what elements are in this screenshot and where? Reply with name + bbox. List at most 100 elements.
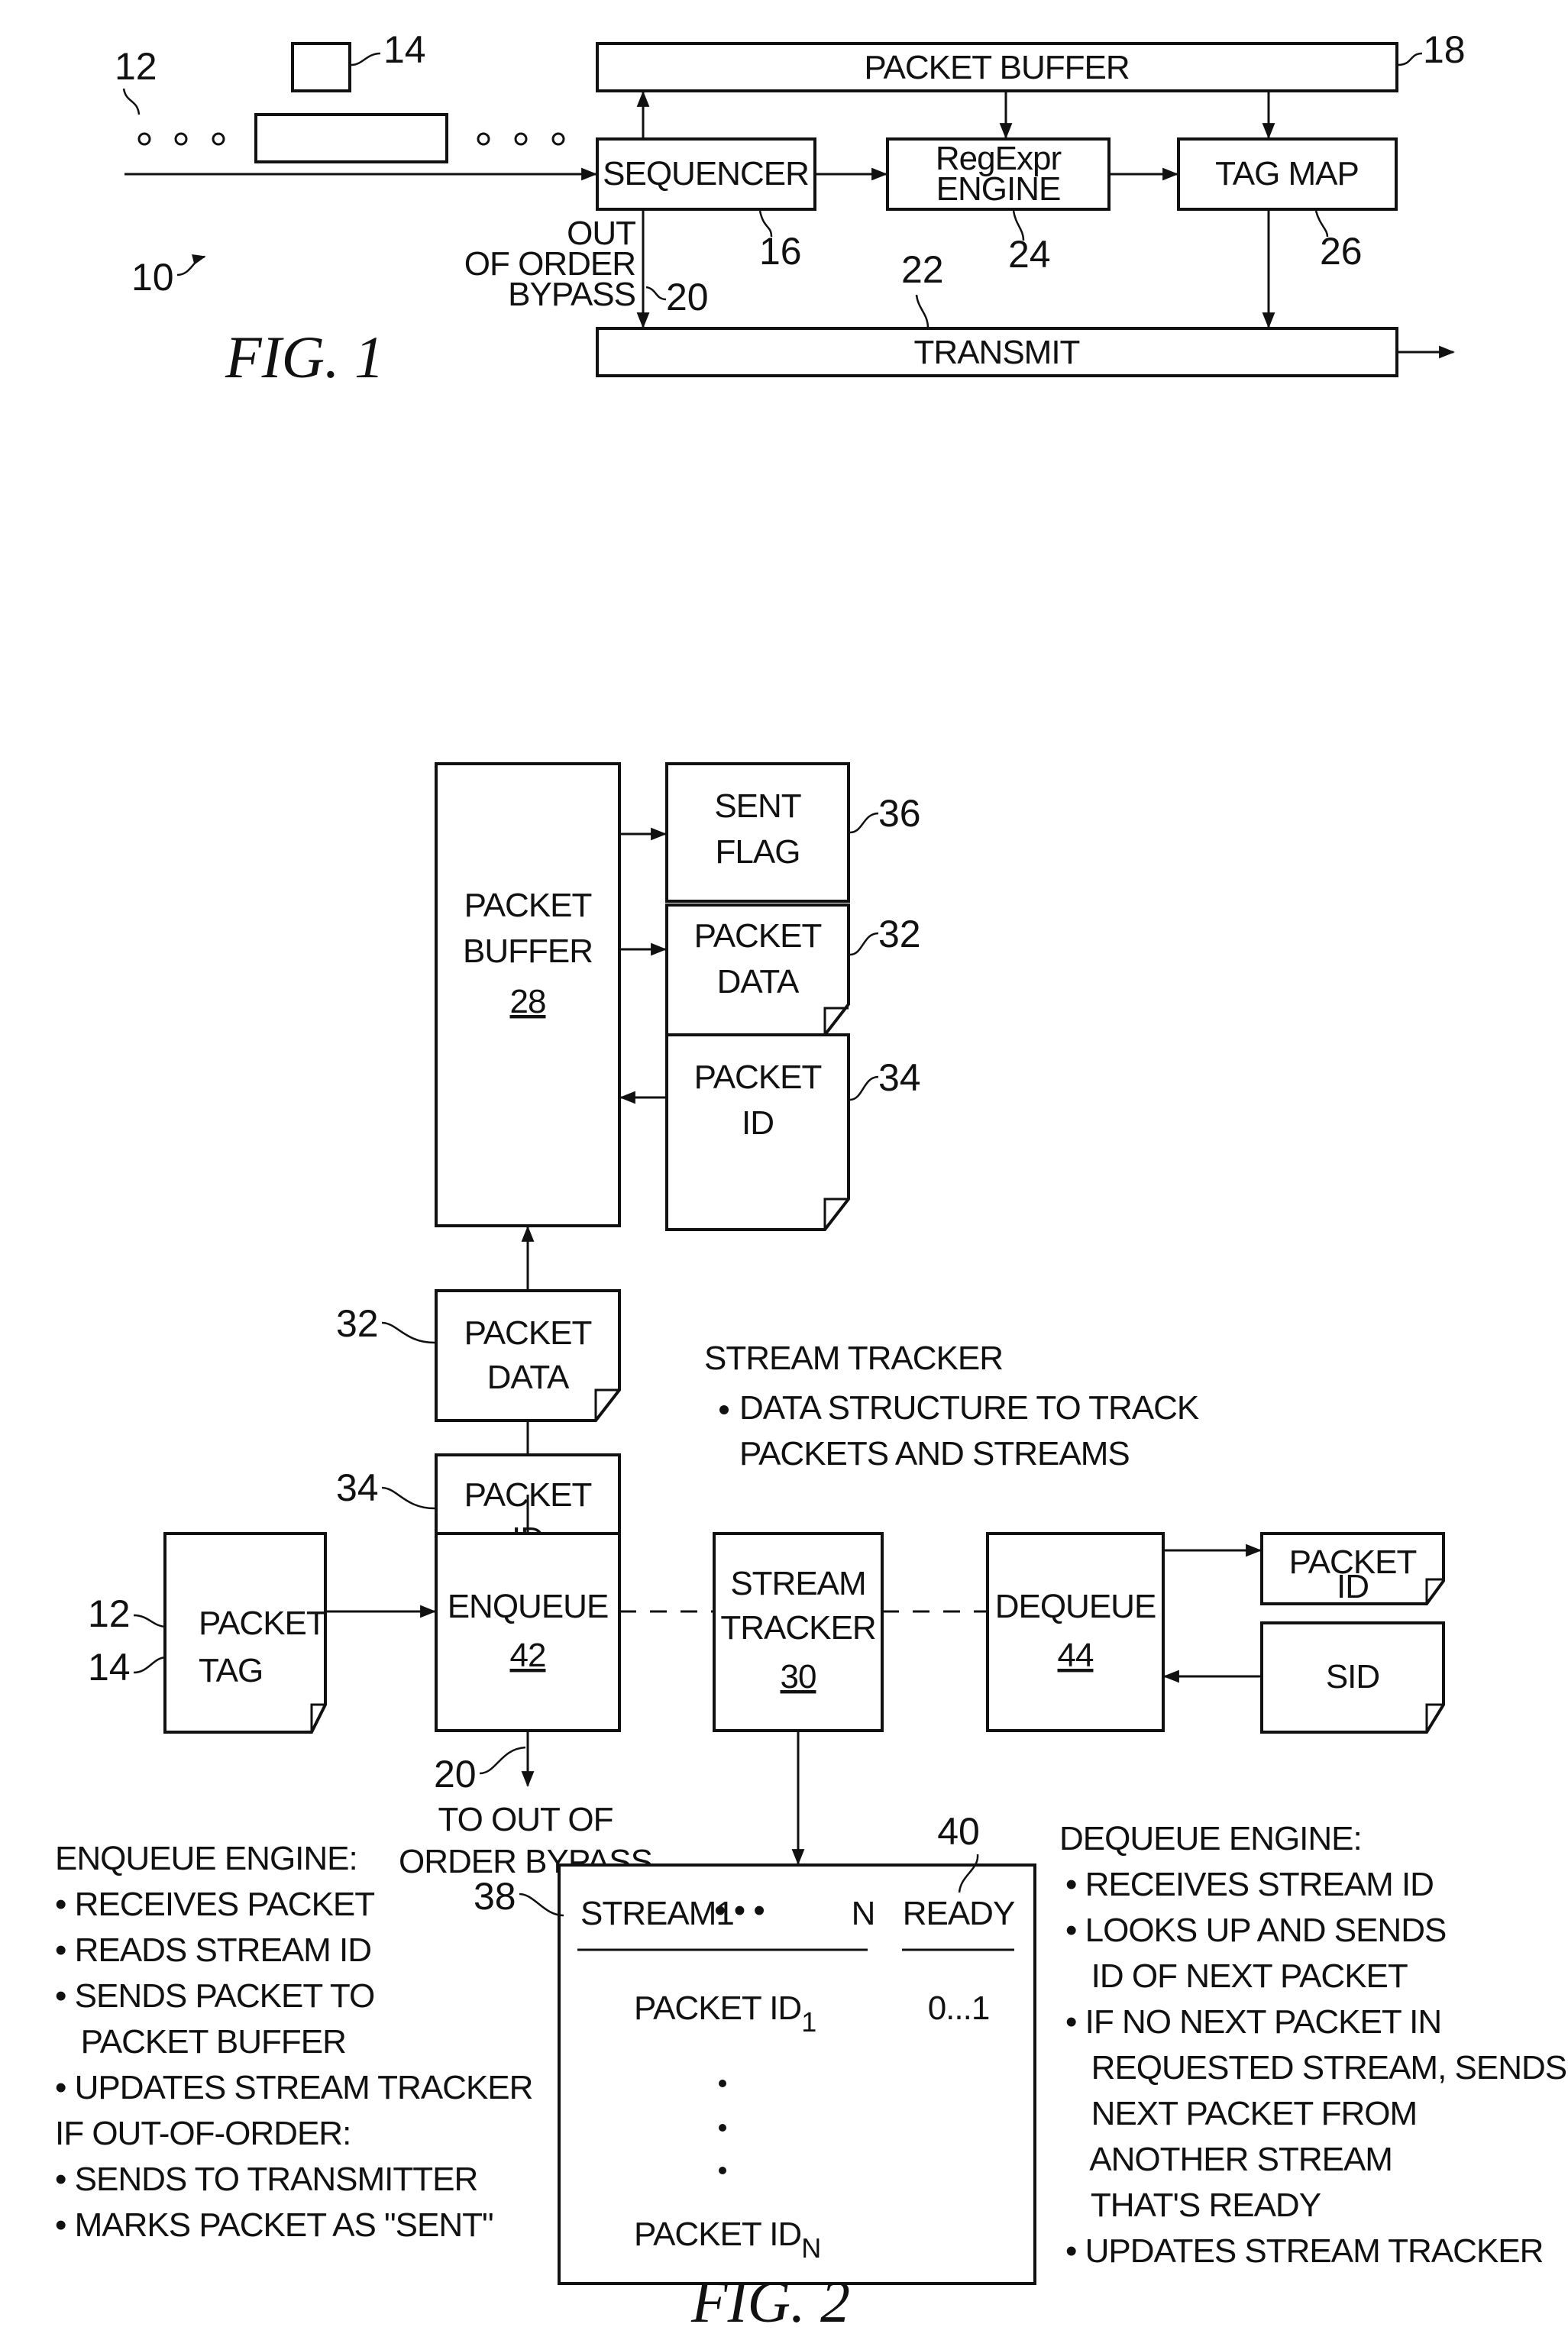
dequeue-notes-title: DEQUEUE ENGINE: bbox=[1059, 1820, 1362, 1857]
note-line: REQUESTED STREAM, SENDS bbox=[1065, 2049, 1566, 2086]
bullet-icon bbox=[719, 1405, 729, 1414]
note-line: NEXT PACKET FROM bbox=[1065, 2095, 1417, 2132]
sequencer-label: SEQUENCER bbox=[603, 155, 809, 192]
note-line: IF OUT-OF-ORDER: bbox=[55, 2115, 351, 2152]
figure-caption: FIG. 2 bbox=[690, 2268, 850, 2335]
ellipsis-left bbox=[137, 132, 225, 146]
ref-packet-data-left: 32 bbox=[336, 1302, 379, 1345]
table-header-ellipsis: • • • bbox=[714, 1892, 765, 1929]
ref-table: 38 bbox=[474, 1875, 516, 1918]
dequeue-label: DEQUEUE bbox=[995, 1588, 1156, 1625]
table-row-last-text: PACKET ID bbox=[634, 2216, 801, 2253]
dequeue-engine-notes: DEQUEUE ENGINE: • RECEIVES STREAM ID • LO… bbox=[1059, 1820, 1567, 2270]
dequeue-block bbox=[986, 1532, 1165, 1732]
note-line: • UPDATES STREAM TRACKER bbox=[55, 2069, 532, 2106]
sent-flag-block bbox=[665, 762, 850, 903]
ref-packet-id-left: 34 bbox=[336, 1466, 379, 1509]
ref-bypass: 20 bbox=[666, 276, 709, 318]
leader-line bbox=[849, 812, 879, 834]
leader-line bbox=[133, 1614, 167, 1628]
leader-line bbox=[351, 52, 381, 66]
table-ready-value: 0...1 bbox=[928, 1990, 990, 2027]
note-line: ID OF NEXT PACKET bbox=[1065, 1957, 1408, 1995]
tag-block bbox=[291, 42, 351, 92]
packet-id-line1: PACKET bbox=[694, 1059, 822, 1096]
regexpr-label-line2: ENGINE bbox=[936, 170, 1061, 208]
ref-ready: 40 bbox=[937, 1810, 980, 1853]
tag-map-label: TAG MAP bbox=[1215, 155, 1359, 192]
note-line: • UPDATES STREAM TRACKER bbox=[1065, 2232, 1543, 2270]
ref-bypass: 20 bbox=[434, 1753, 477, 1796]
leader-line bbox=[381, 1321, 435, 1344]
leader-line bbox=[519, 1893, 564, 1917]
note-line: • RECEIVES PACKET bbox=[55, 1886, 374, 1923]
fig1: 14 12 PACKET BUFFER 18 SEQUENCER 16 RegE… bbox=[115, 28, 1466, 390]
note-line: • READS STREAM ID bbox=[55, 1931, 371, 1969]
note-line: PACKET BUFFER bbox=[55, 2023, 346, 2061]
packet-data-line2: DATA bbox=[717, 963, 800, 1000]
vertical-ellipsis-dot bbox=[719, 2080, 726, 2087]
note-line: • LOOKS UP AND SENDS bbox=[1065, 1912, 1446, 1949]
enqueue-label: ENQUEUE bbox=[448, 1588, 609, 1625]
packet-block bbox=[254, 113, 448, 163]
packet-data-line1: PACKET bbox=[694, 917, 822, 955]
ref-packet-data: 32 bbox=[878, 913, 921, 955]
packet-tag-line2: TAG bbox=[199, 1652, 263, 1689]
vertical-ellipsis-dot bbox=[719, 2124, 726, 2132]
table-header-ready: READY bbox=[903, 1895, 1015, 1932]
enqueue-notes-title: ENQUEUE ENGINE: bbox=[55, 1840, 357, 1877]
leader-line bbox=[133, 1656, 167, 1674]
leader-line bbox=[122, 88, 141, 115]
table-row-last-sub: N bbox=[801, 2232, 820, 2264]
ref-sequencer: 16 bbox=[759, 230, 802, 273]
ref-tag-map: 26 bbox=[1320, 230, 1363, 273]
bypass-label-line3: BYPASS bbox=[508, 276, 635, 313]
stream-tracker-line2: TRACKER bbox=[720, 1609, 875, 1647]
packet-id-out-line2: ID bbox=[1337, 1568, 1369, 1605]
packet-buffer-label-line1: PACKET bbox=[464, 887, 592, 924]
leader-line bbox=[915, 294, 929, 329]
ref-system: 10 bbox=[131, 256, 174, 299]
table-header-n: N bbox=[852, 1895, 875, 1932]
ref-regexpr: 24 bbox=[1008, 233, 1051, 276]
table-row-first-text: PACKET ID bbox=[634, 1990, 801, 2027]
ref-packet-buffer: 18 bbox=[1423, 28, 1466, 71]
packet-data-line1: PACKET bbox=[464, 1314, 592, 1352]
packet-id-line2: ID bbox=[742, 1104, 774, 1142]
note-line: • RECEIVES STREAM ID bbox=[1065, 1866, 1434, 1903]
ref-sent-flag: 36 bbox=[878, 792, 921, 835]
ref-packet-id: 34 bbox=[878, 1056, 921, 1099]
note-line: • SENDS PACKET TO bbox=[55, 1977, 374, 2015]
sid-label: SID bbox=[1326, 1658, 1379, 1695]
patent-drawing: 14 12 PACKET BUFFER 18 SEQUENCER 16 RegE… bbox=[55, 28, 1567, 2335]
packet-buffer-label-line2: BUFFER bbox=[463, 933, 593, 970]
leader-line bbox=[381, 1486, 435, 1510]
note-line: • SENDS TO TRANSMITTER bbox=[55, 2161, 477, 2198]
packet-tag-line1: PACKET bbox=[199, 1605, 326, 1642]
table-row-first-sub: 1 bbox=[801, 2006, 816, 2038]
note-line: ANOTHER STREAM bbox=[1065, 2141, 1392, 2178]
leader-line bbox=[479, 1746, 526, 1775]
leader-line bbox=[645, 286, 667, 301]
packet-data-line2: DATA bbox=[487, 1359, 570, 1396]
ref-packet: 12 bbox=[115, 45, 157, 88]
ellipsis-right bbox=[477, 132, 565, 146]
packet-buffer-label: PACKET BUFFER bbox=[864, 49, 1129, 86]
leader-line bbox=[1397, 52, 1423, 66]
note-line: • IF NO NEXT PACKET IN bbox=[1065, 2003, 1441, 2041]
enqueue-engine-notes: ENQUEUE ENGINE: • RECEIVES PACKET • READS… bbox=[55, 1840, 533, 2244]
table-header-stream: STREAM1 bbox=[580, 1895, 734, 1932]
vertical-ellipsis-dot bbox=[719, 2167, 726, 2174]
sent-flag-line2: FLAG bbox=[716, 833, 800, 871]
leader-arrow bbox=[176, 254, 206, 276]
sent-flag-line1: SENT bbox=[714, 787, 800, 825]
stream-tracker-note-line1: DATA STRUCTURE TO TRACK bbox=[739, 1389, 1199, 1427]
note-line: THAT'S READY bbox=[1065, 2187, 1321, 2224]
stream-tracker-line1: STREAM bbox=[730, 1565, 865, 1602]
bypass-label-line1: TO OUT OF bbox=[438, 1801, 613, 1838]
ref-transmit: 22 bbox=[901, 248, 944, 291]
figure-caption: FIG. 1 bbox=[225, 324, 384, 390]
stream-tracker-ref: 30 bbox=[781, 1658, 816, 1695]
packet-data-doc bbox=[435, 1289, 621, 1422]
dequeue-ref: 44 bbox=[1058, 1637, 1094, 1674]
